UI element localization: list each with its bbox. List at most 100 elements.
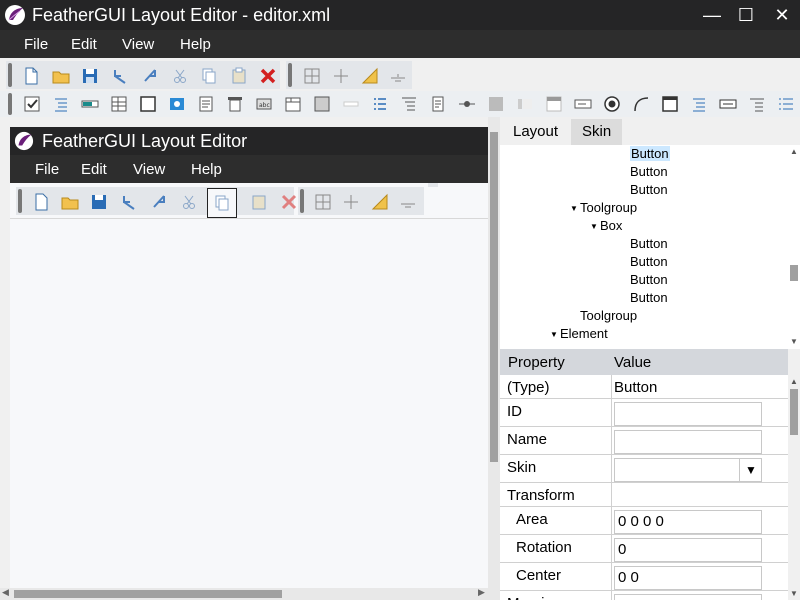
design-canvas[interactable]: FeatherGUI Layout Editor File Edit View … xyxy=(0,117,500,600)
tree-node[interactable]: Button xyxy=(620,271,668,289)
textfield-widget-icon[interactable] xyxy=(573,94,593,114)
preview-menu-help[interactable]: Help xyxy=(191,161,222,178)
cut-icon[interactable] xyxy=(178,191,200,213)
canvas-vertical-scrollbar[interactable] xyxy=(488,117,500,600)
save-icon[interactable] xyxy=(79,65,101,87)
toolbar-grip[interactable] xyxy=(288,63,292,87)
frame-widget-icon[interactable] xyxy=(660,94,680,114)
dropdown-arrow-icon[interactable]: ▼ xyxy=(745,459,757,481)
paste-icon[interactable] xyxy=(248,191,270,213)
toolbar-grip[interactable] xyxy=(8,63,12,87)
menubar-widget-icon[interactable] xyxy=(747,94,767,114)
scrollbar-thumb[interactable] xyxy=(790,265,798,281)
canvas-horizontal-scrollbar[interactable]: ◀ ▶ xyxy=(0,587,488,600)
window-widget-icon[interactable] xyxy=(544,94,564,114)
menu-widget-icon[interactable] xyxy=(399,94,419,114)
listview-widget-icon[interactable] xyxy=(776,94,796,114)
tree-node[interactable]: ▼ Toolgroup xyxy=(570,199,637,217)
tree-node[interactable]: ▼ Element xyxy=(550,325,608,343)
grid-icon[interactable] xyxy=(312,191,334,213)
outline-widget-icon[interactable] xyxy=(689,94,709,114)
undo-icon[interactable] xyxy=(109,65,131,87)
scroll-down-icon[interactable]: ▼ xyxy=(790,337,798,346)
undo-icon[interactable] xyxy=(118,191,140,213)
tree-node[interactable]: Button xyxy=(620,289,668,307)
property-value-field[interactable] xyxy=(614,430,762,454)
palette-grip[interactable] xyxy=(8,93,12,115)
redo-icon[interactable] xyxy=(148,191,170,213)
curve-widget-icon[interactable] xyxy=(631,94,651,114)
preview-menu-edit[interactable]: Edit xyxy=(81,161,107,178)
button-widget-icon[interactable] xyxy=(718,94,738,114)
scrollbar-thumb[interactable] xyxy=(790,389,798,435)
tabcontrol-widget-icon[interactable] xyxy=(283,94,303,114)
scroll-right-icon[interactable]: ▶ xyxy=(478,587,485,598)
property-value-field[interactable] xyxy=(614,594,762,600)
property-value-select[interactable]: ▼ xyxy=(614,458,762,482)
crosshair-icon[interactable] xyxy=(340,191,362,213)
checkbox-widget-icon[interactable] xyxy=(22,94,42,114)
document-widget-icon[interactable] xyxy=(428,94,448,114)
treeview-widget-icon[interactable] xyxy=(51,94,71,114)
property-value-field[interactable]: 0 0 xyxy=(614,566,762,590)
scrollbar-thumb[interactable] xyxy=(490,132,498,462)
slider-widget-icon[interactable] xyxy=(457,94,477,114)
redo-icon[interactable] xyxy=(139,65,161,87)
ruler-icon[interactable] xyxy=(359,65,381,87)
scroll-left-icon[interactable]: ◀ xyxy=(2,587,9,598)
grid-widget-icon[interactable] xyxy=(109,94,129,114)
minimize-button[interactable]: — xyxy=(694,0,730,30)
baseline-icon[interactable] xyxy=(397,191,419,213)
new-file-icon[interactable] xyxy=(30,191,52,213)
tree-node[interactable]: Button xyxy=(620,235,668,253)
separator-widget-icon[interactable] xyxy=(341,94,361,114)
copy-icon[interactable] xyxy=(198,65,220,87)
expand-arrow-icon[interactable]: ▼ xyxy=(550,326,560,344)
tab-layout[interactable]: Layout xyxy=(502,119,570,145)
baseline-icon[interactable] xyxy=(387,65,409,87)
menu-edit[interactable]: Edit xyxy=(71,36,97,53)
crosshair-icon[interactable] xyxy=(330,65,352,87)
scroll-up-icon[interactable]: ▲ xyxy=(790,377,798,386)
save-icon[interactable] xyxy=(88,191,110,213)
tab-skin[interactable]: Skin xyxy=(571,119,623,145)
expand-arrow-icon[interactable]: ▼ xyxy=(570,200,580,218)
preview-window[interactable]: FeatherGUI Layout Editor File Edit View … xyxy=(10,127,488,590)
open-folder-icon[interactable] xyxy=(50,65,72,87)
scroll-down-icon[interactable]: ▼ xyxy=(790,589,798,598)
toolbar-grip[interactable] xyxy=(300,189,304,213)
tree-node[interactable]: Toolgroup xyxy=(570,307,637,325)
maximize-button[interactable]: ☐ xyxy=(728,0,764,30)
properties-vertical-scrollbar[interactable]: ▲ ▼ xyxy=(788,349,800,600)
scrollbar-widget-icon[interactable] xyxy=(515,94,535,114)
tree-node[interactable]: Button xyxy=(620,145,670,163)
list-widget-icon[interactable] xyxy=(370,94,390,114)
menu-file[interactable]: File xyxy=(24,36,48,53)
progressbar-widget-icon[interactable] xyxy=(80,94,100,114)
radio-widget-icon[interactable] xyxy=(602,94,622,114)
delete-icon[interactable] xyxy=(257,65,279,87)
textbox-widget-icon[interactable] xyxy=(225,94,245,114)
grid-icon[interactable] xyxy=(301,65,323,87)
menu-view[interactable]: View xyxy=(122,36,154,53)
tree-node[interactable]: Button xyxy=(620,163,668,181)
text-widget-icon[interactable] xyxy=(196,94,216,114)
delete-icon[interactable] xyxy=(278,191,300,213)
preview-menu-view[interactable]: View xyxy=(133,161,165,178)
paste-icon[interactable] xyxy=(228,65,250,87)
property-value-field[interactable] xyxy=(614,402,762,426)
scrollbar-thumb[interactable] xyxy=(14,590,282,598)
selected-copy-button[interactable] xyxy=(207,188,237,218)
property-value-field[interactable]: 0 0 0 0 xyxy=(614,510,762,534)
color-widget-icon[interactable] xyxy=(486,94,506,114)
label-widget-icon[interactable]: abc xyxy=(254,94,274,114)
panel-widget-icon[interactable] xyxy=(312,94,332,114)
ruler-icon[interactable] xyxy=(369,191,391,213)
new-file-icon[interactable] xyxy=(20,65,42,87)
cut-icon[interactable] xyxy=(169,65,191,87)
expand-arrow-icon[interactable]: ▼ xyxy=(590,218,600,236)
toolbar-grip[interactable] xyxy=(18,189,22,213)
tree-node[interactable]: Button xyxy=(620,253,668,271)
scroll-up-icon[interactable]: ▲ xyxy=(790,147,798,156)
box-widget-icon[interactable] xyxy=(138,94,158,114)
